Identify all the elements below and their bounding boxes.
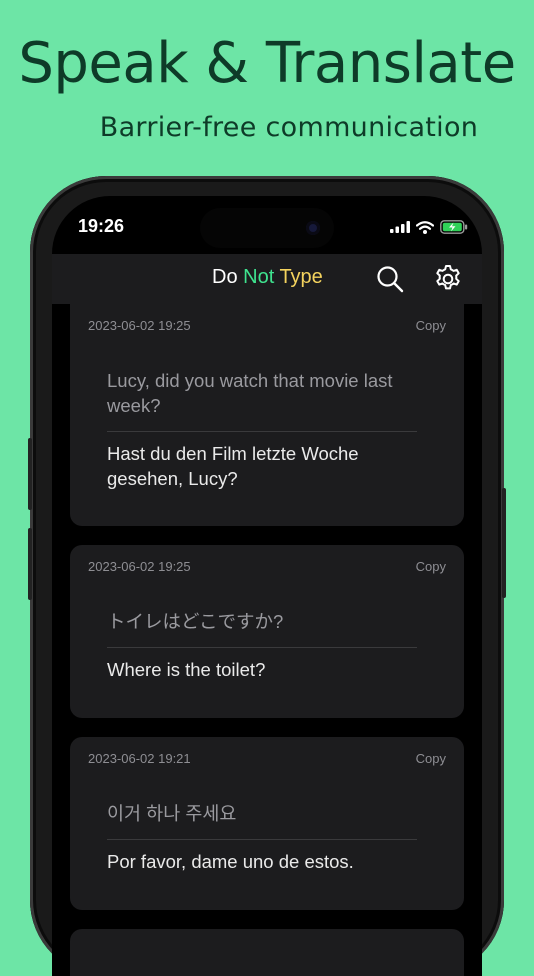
card-timestamp: 2023-06-02 19:25: [88, 559, 191, 574]
copy-button[interactable]: Copy: [416, 318, 446, 333]
status-icons: [390, 220, 468, 234]
promo-headline: Speak & Translate: [18, 31, 516, 96]
source-text: トイレはどこですか?: [107, 611, 284, 632]
translated-text: Where is the toilet?: [107, 659, 266, 680]
card-divider: [107, 839, 417, 840]
translated-text: Por favor, dame uno de estos.: [107, 851, 354, 872]
translated-text: Hast du den Film letzte Woche gesehen, L…: [107, 443, 359, 489]
app-title-type: Type: [274, 266, 323, 288]
translation-card: 2023-06-02 19:25 Copy Lucy, did you watc…: [70, 304, 464, 526]
card-divider: [107, 431, 417, 432]
cellular-signal-icon: [390, 221, 410, 233]
promo-subheadline: Barrier-free communication: [99, 112, 479, 143]
source-text: 이거 하나 주세요: [107, 803, 237, 824]
front-camera: [306, 221, 320, 235]
app-title-do: Do: [212, 266, 244, 288]
gear-icon[interactable]: [432, 263, 464, 295]
source-text: Lucy, did you watch that movie last week…: [107, 370, 393, 416]
card-timestamp: 2023-06-02 19:25: [88, 318, 191, 333]
card-divider: [107, 647, 417, 648]
search-icon[interactable]: [374, 263, 406, 295]
copy-button[interactable]: Copy: [416, 559, 446, 574]
copy-button[interactable]: Copy: [416, 751, 446, 766]
phone-power-button: [502, 488, 506, 598]
translation-card: 2023-06-02 19:21 Copy 이거 하나 주세요 Por favo…: [70, 737, 464, 910]
app-title-not: Not: [243, 266, 275, 288]
phone-side-button: [28, 528, 32, 600]
app-title: Do Not Type: [212, 266, 323, 289]
translation-card: 2023-06-02 19:25 Copy トイレはどこですか? Where i…: [70, 545, 464, 718]
phone-side-button: [28, 438, 32, 510]
wifi-icon: [416, 220, 434, 234]
battery-charging-icon: [440, 220, 468, 234]
card-timestamp: 2023-06-02 19:21: [88, 751, 191, 766]
app-bar: Do Not Type: [52, 254, 482, 304]
dynamic-island: [200, 208, 334, 248]
phone-screen: 19:26 Do Not Type 2023-06-02 19:25 Copy …: [52, 196, 482, 976]
translation-card-partial: [70, 929, 464, 976]
status-time: 19:26: [78, 216, 125, 236]
